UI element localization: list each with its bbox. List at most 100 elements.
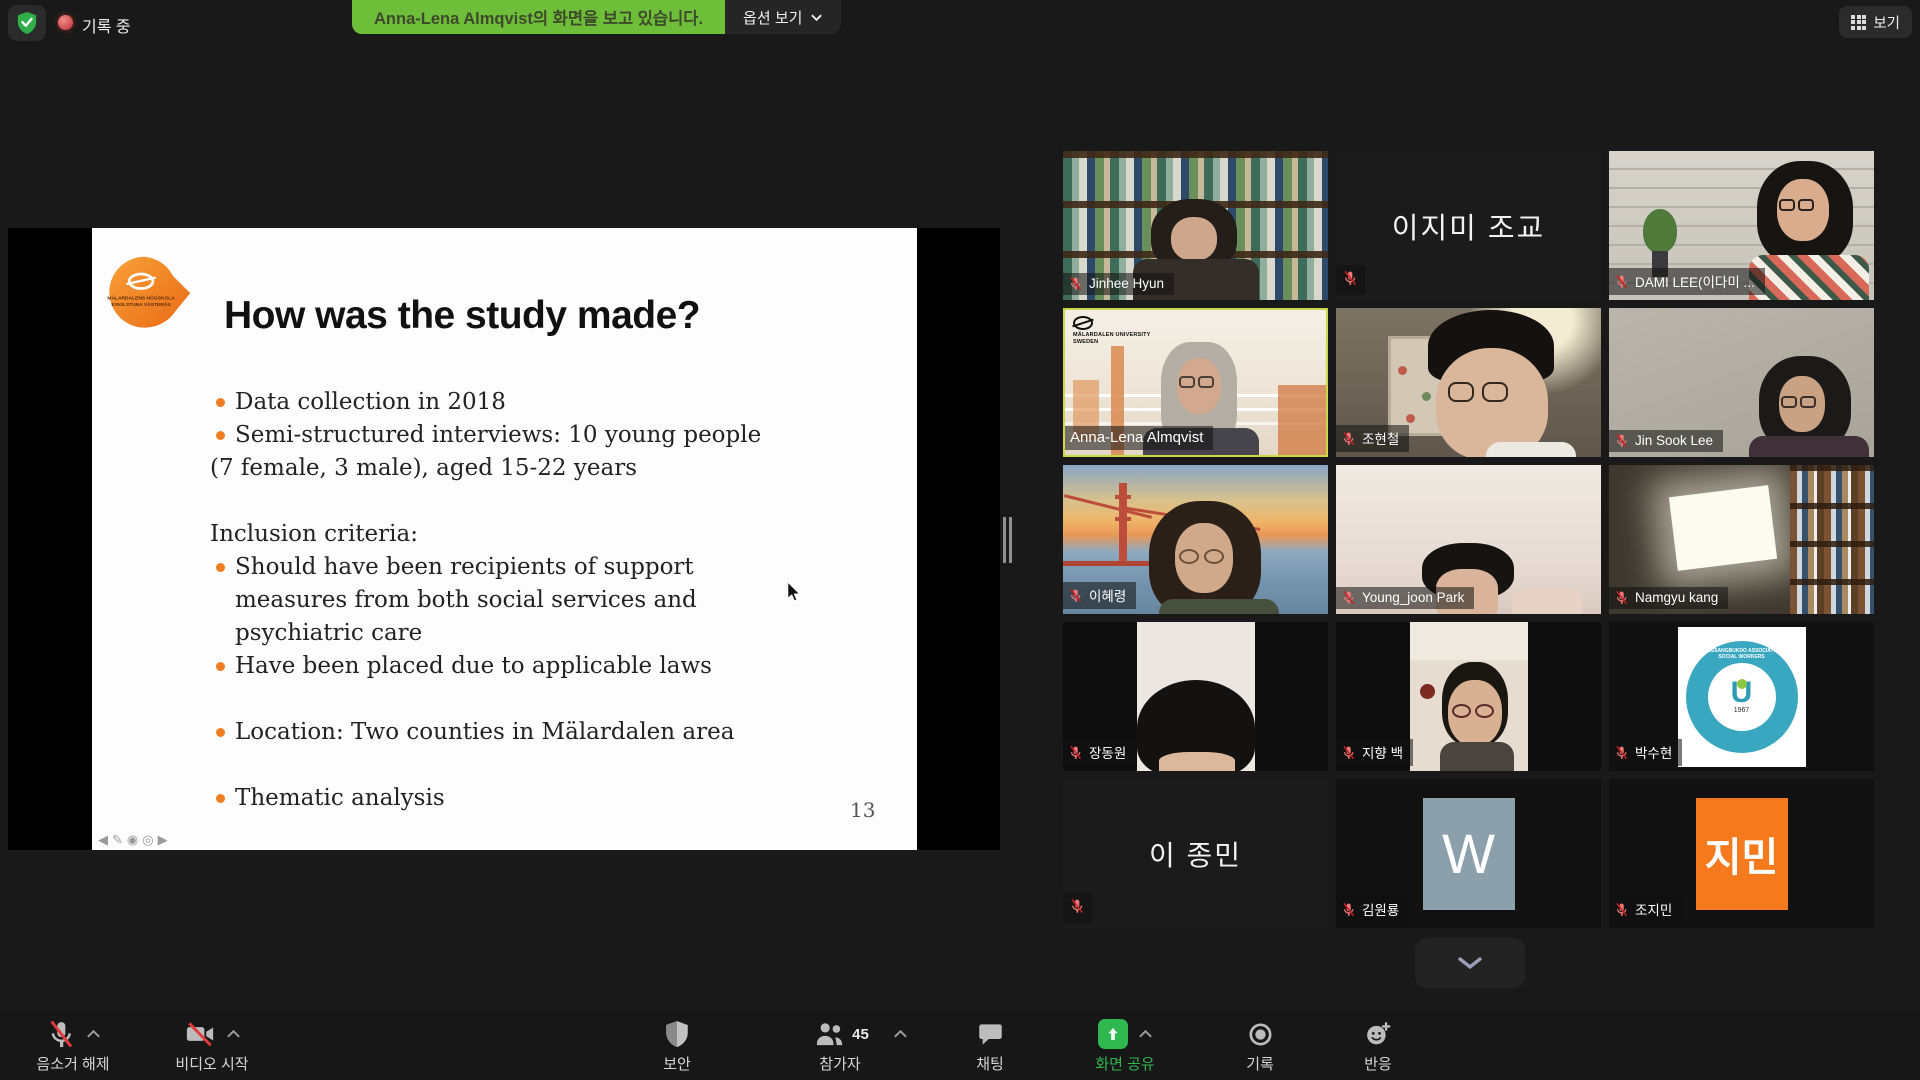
muted-mic-icon xyxy=(1614,433,1629,448)
view-layout-button[interactable]: 보기 xyxy=(1839,6,1912,38)
muted-mic-icon xyxy=(1069,898,1085,914)
meeting-toolbar: 음소거 해제 비디오 시작 xyxy=(0,1010,1920,1080)
participant-tile[interactable]: 지향 백 xyxy=(1336,622,1601,771)
slide-next-icon: ▶ xyxy=(158,832,168,848)
avatar-letter: W xyxy=(1423,798,1515,910)
grid-view-icon xyxy=(1851,15,1866,30)
participant-grid: Jinhee Hyun 이지미 조교 DAMI LEE(이다미 ... xyxy=(1063,151,1874,928)
muted-mic-icon xyxy=(1614,745,1629,760)
bullet-dot-icon xyxy=(216,662,225,671)
screen-share-banner: Anna-Lena Almqvist의 화면을 보고 있습니다. 옵션 보기 xyxy=(352,0,841,34)
security-button[interactable]: 보안 xyxy=(645,1016,709,1074)
participant-display-name: 이 종민 xyxy=(1063,779,1328,928)
mic-muted-icon xyxy=(46,1019,76,1049)
mouse-cursor xyxy=(786,582,802,602)
glasses xyxy=(1179,376,1214,388)
panel-resize-handle[interactable] xyxy=(1003,517,1012,563)
glasses xyxy=(1779,199,1814,211)
participant-name: 박수현 xyxy=(1635,742,1672,762)
participant-name: Jinhee Hyun xyxy=(1089,276,1164,291)
slide-bullet: Should have been recipients of support m… xyxy=(235,551,792,650)
participant-tile[interactable]: Jinhee Hyun xyxy=(1063,151,1328,300)
slide-bullet: Semi-structured interviews: 10 young peo… xyxy=(235,419,761,452)
security-shield-icon xyxy=(664,1020,690,1048)
participant-tile-active-speaker[interactable]: MÄLARDALEN UNIVERSITY SWEDEN Anna-Lena A… xyxy=(1063,308,1328,457)
participants-button[interactable]: 45 참가자 xyxy=(790,1016,930,1074)
muted-mic-icon xyxy=(1068,588,1083,603)
reactions-smiley-icon xyxy=(1364,1020,1392,1048)
meeting-security-shield-button[interactable] xyxy=(8,5,46,41)
participant-tile[interactable]: 이혜령 xyxy=(1063,465,1328,614)
participant-name: DAMI LEE(이다미 ... xyxy=(1635,271,1755,291)
slide-bullet: Location: Two counties in Mälardalen are… xyxy=(235,716,734,749)
record-icon xyxy=(1247,1021,1274,1048)
participant-tile[interactable]: 장동원 xyxy=(1063,622,1328,771)
association-logo: GYEONGSANGBUKDO ASSOCIATION OF SOCIAL WO… xyxy=(1678,627,1806,767)
view-options-label: 옵션 보기 xyxy=(743,7,802,28)
reactions-button[interactable]: 반응 xyxy=(1350,1016,1406,1074)
bookshelf xyxy=(1790,465,1874,614)
wall-clock xyxy=(1420,684,1435,699)
participant-tile[interactable]: 지민 조지민 xyxy=(1609,779,1874,928)
muted-mic-icon xyxy=(1068,745,1083,760)
participant-tile[interactable]: 이 종민 xyxy=(1063,779,1328,928)
participant-name: Young_joon Park xyxy=(1362,590,1464,605)
record-button[interactable]: 기록 xyxy=(1232,1016,1288,1074)
start-video-button[interactable]: 비디오 시작 xyxy=(152,1016,272,1074)
bullet-dot-icon xyxy=(216,728,225,737)
slide-pen-icon: ✎ xyxy=(112,832,123,848)
muted-mic-icon xyxy=(1614,274,1629,289)
caret-up-icon[interactable] xyxy=(86,1029,101,1039)
muted-mic-icon xyxy=(1614,902,1629,917)
glasses xyxy=(1179,549,1224,564)
slide-title: How was the study made? xyxy=(224,294,700,338)
chat-button[interactable]: 채팅 xyxy=(960,1016,1020,1074)
participant-name: 조지민 xyxy=(1635,899,1672,919)
recording-indicator-icon xyxy=(58,15,73,30)
slide-body: Data collection in 2018 Semi-structured … xyxy=(92,386,792,815)
participant-tile[interactable]: Jin Sook Lee xyxy=(1609,308,1874,457)
recording-label: 기록 중 xyxy=(82,13,131,37)
participant-name: Jin Sook Lee xyxy=(1635,433,1713,448)
slide-circle-icon: ◉ xyxy=(127,832,138,848)
bullet-dot-icon xyxy=(216,398,225,407)
slide-page-number: 13 xyxy=(850,798,875,822)
green-shield-check-icon xyxy=(16,11,38,35)
participant-tile[interactable]: W 김원룡 xyxy=(1336,779,1601,928)
chevron-down-icon xyxy=(810,13,823,22)
participant-count: 45 xyxy=(852,1026,869,1043)
participant-tile[interactable]: GYEONGSANGBUKDO ASSOCIATION OF SOCIAL WO… xyxy=(1609,622,1874,771)
participant-name: Namgyu kang xyxy=(1635,590,1718,605)
caret-up-icon[interactable] xyxy=(226,1029,241,1039)
view-button-label: 보기 xyxy=(1873,12,1900,33)
bullet-dot-icon xyxy=(216,563,225,572)
view-options-button[interactable]: 옵션 보기 xyxy=(725,0,841,34)
slide-bullet: Have been placed due to applicable laws xyxy=(235,650,712,683)
malardalen-university-logo: MÄLARDALEN UNIVERSITY SWEDEN xyxy=(1073,316,1169,345)
muted-mic-icon xyxy=(1341,590,1356,605)
unmute-button[interactable]: 음소거 해제 xyxy=(18,1016,128,1074)
caret-up-icon[interactable] xyxy=(1138,1029,1153,1039)
participant-tile[interactable]: Namgyu kang xyxy=(1609,465,1874,614)
glasses xyxy=(1448,382,1508,402)
slide-prev-icon: ◀ xyxy=(98,832,108,848)
share-screen-button[interactable]: 화면 공유 xyxy=(1070,1016,1180,1074)
participant-tile[interactable]: 조현철 xyxy=(1336,308,1601,457)
slide-line: (7 female, 3 male), aged 15-22 years xyxy=(92,452,792,485)
participant-tile[interactable]: 이지미 조교 xyxy=(1336,151,1601,300)
chevron-down-icon xyxy=(1457,956,1483,970)
participant-tile[interactable]: Young_joon Park xyxy=(1336,465,1601,614)
malardalen-hogskola-logo: MÄLARDALENS HÖGSKOLA ESKILSTUNA VÄSTERÅS xyxy=(106,254,198,334)
muted-mic-icon xyxy=(1342,270,1358,286)
more-participants-button[interactable] xyxy=(1415,938,1525,988)
participant-name: 이혜령 xyxy=(1089,585,1126,605)
caret-up-icon[interactable] xyxy=(893,1029,908,1039)
camera-muted-icon xyxy=(184,1019,216,1049)
share-screen-icon xyxy=(1098,1019,1128,1049)
shared-screen-region: MÄLARDALENS HÖGSKOLA ESKILSTUNA VÄSTERÅS… xyxy=(8,228,1000,850)
slide-nav-controls: ◀ ✎ ◉ ◎ ▶ xyxy=(98,832,168,848)
participants-icon xyxy=(812,1020,846,1048)
viewing-banner-text: Anna-Lena Almqvist의 화면을 보고 있습니다. xyxy=(352,0,725,34)
ceiling-light xyxy=(1669,485,1777,571)
participant-tile[interactable]: DAMI LEE(이다미 ... xyxy=(1609,151,1874,300)
